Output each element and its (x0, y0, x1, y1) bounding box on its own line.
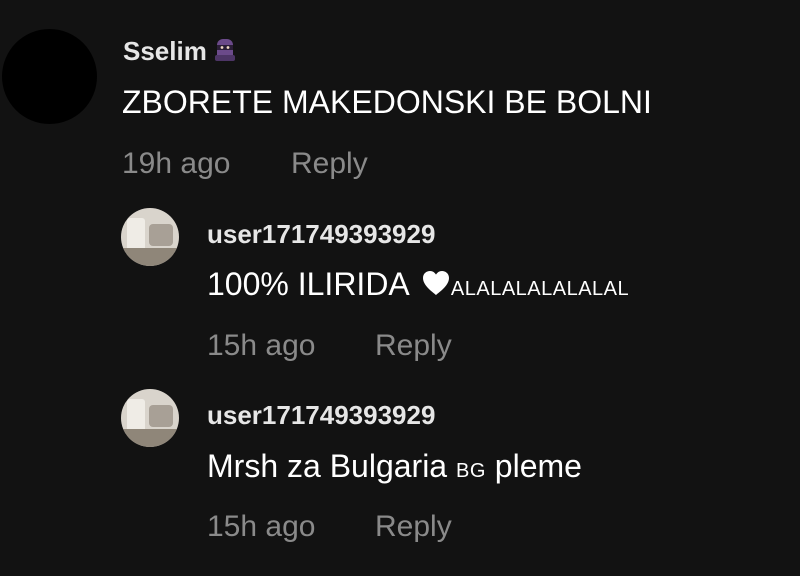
reply-username[interactable]: user171749393929 (207, 400, 435, 431)
bg-flag-label: BG (455, 460, 486, 482)
reply-text: 100% ILIRIDA ALALALALALALAL (207, 266, 629, 303)
reply-button[interactable]: Reply (375, 510, 452, 544)
avatar[interactable] (2, 29, 97, 124)
comment-text: ZBORETE MAKEDONSKI BE BOLNI (122, 84, 652, 120)
avatar[interactable] (121, 208, 179, 266)
reply-text-suffix: pleme (494, 448, 582, 484)
reply-text: Mrsh za Bulgaria BG pleme (207, 448, 582, 485)
reply-text-main: Mrsh za Bulgaria (207, 448, 448, 484)
reply-text-main: 100% ILIRIDA (207, 266, 408, 302)
avatar[interactable] (121, 389, 179, 447)
reply-button[interactable]: Reply (375, 329, 452, 363)
username-link[interactable]: Sselim (123, 36, 207, 66)
ninja-icon (214, 39, 235, 61)
comment-username[interactable]: Sselim (123, 36, 237, 67)
reply-timestamp: 15h ago (207, 510, 316, 543)
white-heart-icon (422, 271, 449, 295)
reply-username[interactable]: user171749393929 (207, 219, 435, 250)
reply-text-suffix: ALALALALALALAL (450, 278, 630, 300)
reply-button[interactable]: Reply (291, 147, 368, 181)
comment-timestamp: 19h ago (122, 147, 231, 180)
reply-timestamp: 15h ago (207, 329, 316, 362)
